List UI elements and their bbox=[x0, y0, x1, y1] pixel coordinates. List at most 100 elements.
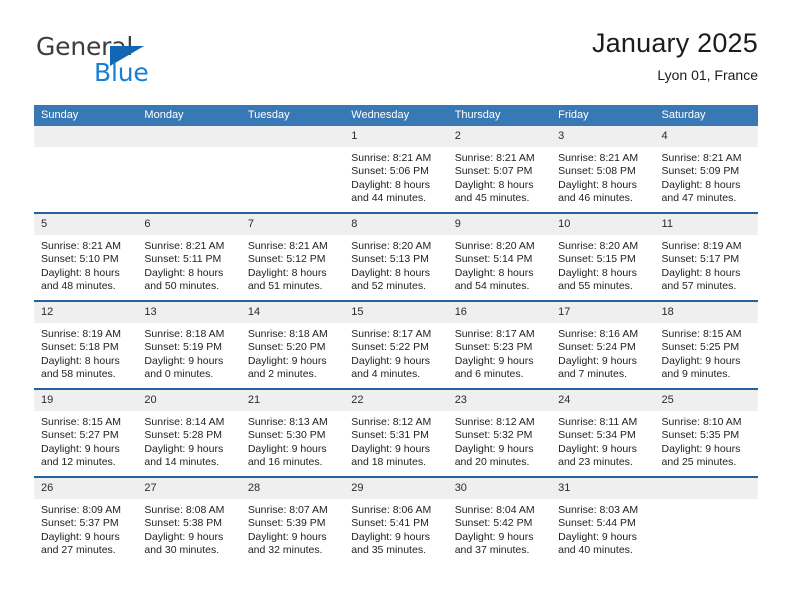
daylight-text-line1: Daylight: 9 hours bbox=[351, 354, 431, 367]
daylight-text-line1: Daylight: 8 hours bbox=[41, 266, 120, 279]
daylight-text-line1: Daylight: 8 hours bbox=[454, 178, 534, 191]
calendar-day-cell[interactable]: 24 Sunrise: 8:11 AM Sunset: 5:34 PM Dayligh… bbox=[551, 388, 655, 477]
sunrise-text: Sunrise: 8:21 AM bbox=[661, 152, 742, 164]
daylight-text-line2: and 45 minutes. bbox=[454, 192, 530, 205]
calendar-day-cell[interactable]: 27 Sunrise: 8:08 AM Sunset: 5:38 PM Dayligh… bbox=[137, 476, 241, 564]
day-sun-info: Sunrise: 8:03 AM Sunset: 5:44 PM Daylight:… bbox=[551, 499, 654, 558]
calendar-day-cell[interactable]: 28 Sunrise: 8:07 AM Sunset: 5:39 PM Dayligh… bbox=[240, 476, 345, 564]
sunrise-text: Sunrise: 8:18 AM bbox=[247, 328, 328, 340]
sunrise-text: Sunrise: 8:21 AM bbox=[558, 152, 639, 164]
sunrise-text: Sunrise: 8:17 AM bbox=[351, 328, 432, 340]
day-number: 11 bbox=[654, 214, 758, 235]
day-number bbox=[240, 126, 345, 147]
calendar-day-cell[interactable]: 11 Sunrise: 8:19 AM Sunset: 5:17 PM Dayligh… bbox=[654, 212, 758, 301]
calendar-day-cell[interactable]: 29 Sunrise: 8:06 AM Sunset: 5:41 PM Dayligh… bbox=[344, 476, 448, 564]
calendar-day-cell[interactable]: 20 Sunrise: 8:14 AM Sunset: 5:28 PM Dayligh… bbox=[137, 388, 241, 477]
day-number: 29 bbox=[344, 478, 448, 499]
calendar-day-cell[interactable]: 23 Sunrise: 8:12 AM Sunset: 5:32 PM Dayligh… bbox=[447, 388, 552, 477]
calendar-day-cell-empty bbox=[240, 126, 345, 213]
sunset-text: Sunset: 5:38 PM bbox=[144, 517, 223, 530]
calendar-day-cell[interactable]: 19 Sunrise: 8:15 AM Sunset: 5:27 PM Dayligh… bbox=[34, 388, 138, 477]
calendar-day-cell[interactable]: 7 Sunrise: 8:21 AM Sunset: 5:12 PM Daylight… bbox=[240, 212, 345, 301]
calendar-day-cell[interactable]: 10 Sunrise: 8:20 AM Sunset: 5:15 PM Dayligh… bbox=[551, 212, 655, 301]
sunset-text: Sunset: 5:34 PM bbox=[558, 429, 636, 442]
calendar-day-cell[interactable]: 30 Sunrise: 8:04 AM Sunset: 5:42 PM Dayligh… bbox=[447, 476, 552, 564]
calendar-day-cell[interactable]: 3 Sunrise: 8:21 AM Sunset: 5:08 PM Daylight… bbox=[551, 126, 655, 213]
day-sun-info: Sunrise: 8:18 AM Sunset: 5:20 PM Daylight:… bbox=[241, 323, 344, 382]
daylight-text-line2: and 46 minutes. bbox=[558, 192, 633, 205]
sunset-text: Sunset: 5:17 PM bbox=[661, 253, 740, 266]
calendar-day-cell[interactable]: 13 Sunrise: 8:18 AM Sunset: 5:19 PM Dayligh… bbox=[137, 300, 241, 389]
daylight-text-line2: and 9 minutes. bbox=[661, 368, 731, 381]
calendar-day-cell-empty bbox=[34, 126, 138, 213]
sunrise-text: Sunrise: 8:21 AM bbox=[351, 152, 432, 164]
sunset-text: Sunset: 5:37 PM bbox=[41, 517, 119, 530]
weekday-header-wednesday: Wednesday bbox=[344, 105, 448, 126]
day-number: 10 bbox=[551, 214, 655, 235]
daylight-text-line2: and 58 minutes. bbox=[41, 368, 116, 381]
calendar-day-cell[interactable]: 2 Sunrise: 8:21 AM Sunset: 5:07 PM Daylight… bbox=[447, 126, 552, 213]
calendar-day-cell[interactable]: 18 Sunrise: 8:15 AM Sunset: 5:25 PM Dayligh… bbox=[654, 300, 758, 389]
sunset-text: Sunset: 5:41 PM bbox=[351, 517, 429, 530]
daylight-text-line1: Daylight: 8 hours bbox=[454, 266, 534, 279]
day-number: 2 bbox=[447, 126, 552, 147]
day-sun-info: Sunrise: 8:04 AM Sunset: 5:42 PM Daylight:… bbox=[448, 499, 551, 558]
day-sun-info: Sunrise: 8:16 AM Sunset: 5:24 PM Daylight:… bbox=[551, 323, 654, 382]
calendar-day-cell[interactable]: 26 Sunrise: 8:09 AM Sunset: 5:37 PM Dayligh… bbox=[34, 476, 138, 564]
calendar-day-cell[interactable]: 25 Sunrise: 8:10 AM Sunset: 5:35 PM Dayligh… bbox=[654, 388, 758, 477]
calendar-day-cell[interactable]: 16 Sunrise: 8:17 AM Sunset: 5:23 PM Dayligh… bbox=[447, 300, 552, 389]
sunrise-text: Sunrise: 8:12 AM bbox=[454, 416, 535, 428]
calendar-table: Sunday Monday Tuesday Wednesday Thursday… bbox=[34, 105, 758, 564]
calendar-day-cell[interactable]: 4 Sunrise: 8:21 AM Sunset: 5:09 PM Daylight… bbox=[654, 126, 758, 213]
daylight-text-line2: and 27 minutes. bbox=[41, 544, 116, 557]
daylight-text-line1: Daylight: 8 hours bbox=[144, 266, 224, 279]
sunrise-text: Sunrise: 8:21 AM bbox=[247, 240, 328, 252]
day-sun-info: Sunrise: 8:21 AM Sunset: 5:06 PM Daylight:… bbox=[344, 147, 447, 206]
calendar-day-cell[interactable]: 6 Sunrise: 8:21 AM Sunset: 5:11 PM Daylight… bbox=[137, 212, 241, 301]
logo-text-blue: Blue bbox=[94, 58, 149, 87]
day-sun-info: Sunrise: 8:14 AM Sunset: 5:28 PM Daylight:… bbox=[137, 411, 240, 470]
day-sun-info: Sunrise: 8:19 AM Sunset: 5:17 PM Daylight:… bbox=[655, 235, 758, 294]
daylight-text-line2: and 16 minutes. bbox=[247, 456, 323, 469]
daylight-text-line2: and 4 minutes. bbox=[351, 368, 421, 381]
daylight-text-line2: and 55 minutes. bbox=[558, 280, 633, 293]
calendar-day-cell[interactable]: 15 Sunrise: 8:17 AM Sunset: 5:22 PM Dayligh… bbox=[344, 300, 448, 389]
daylight-text-line2: and 6 minutes. bbox=[454, 368, 524, 381]
calendar-day-cell[interactable]: 9 Sunrise: 8:20 AM Sunset: 5:14 PM Daylight… bbox=[447, 212, 552, 301]
day-sun-info: Sunrise: 8:11 AM Sunset: 5:34 PM Daylight:… bbox=[551, 411, 654, 470]
title-block: January 2025 Lyon 01, France bbox=[592, 26, 758, 85]
weekday-header-tuesday: Tuesday bbox=[240, 105, 345, 126]
daylight-text-line1: Daylight: 9 hours bbox=[661, 354, 741, 367]
day-sun-info: Sunrise: 8:21 AM Sunset: 5:08 PM Daylight:… bbox=[551, 147, 654, 206]
day-number: 12 bbox=[34, 302, 138, 323]
sunrise-text: Sunrise: 8:16 AM bbox=[558, 328, 639, 340]
sunset-text: Sunset: 5:30 PM bbox=[247, 429, 326, 442]
daylight-text-line1: Daylight: 9 hours bbox=[558, 530, 637, 543]
day-sun-info: Sunrise: 8:12 AM Sunset: 5:31 PM Daylight:… bbox=[344, 411, 447, 470]
sunset-text: Sunset: 5:09 PM bbox=[661, 165, 740, 178]
day-number: 17 bbox=[551, 302, 655, 323]
calendar-day-cell[interactable]: 12 Sunrise: 8:19 AM Sunset: 5:18 PM Dayligh… bbox=[34, 300, 138, 389]
day-sun-info: Sunrise: 8:19 AM Sunset: 5:18 PM Daylight:… bbox=[34, 323, 137, 382]
location-subtitle: Lyon 01, France bbox=[657, 67, 758, 83]
general-blue-logo[interactable]: General Blue bbox=[34, 32, 264, 90]
calendar-day-cell[interactable]: 31 Sunrise: 8:03 AM Sunset: 5:44 PM Dayligh… bbox=[551, 476, 655, 564]
calendar-day-cell[interactable]: 21 Sunrise: 8:13 AM Sunset: 5:30 PM Dayligh… bbox=[240, 388, 345, 477]
calendar-day-cell[interactable]: 14 Sunrise: 8:18 AM Sunset: 5:20 PM Dayligh… bbox=[240, 300, 345, 389]
day-sun-info: Sunrise: 8:06 AM Sunset: 5:41 PM Daylight:… bbox=[344, 499, 447, 558]
calendar-day-cell[interactable]: 22 Sunrise: 8:12 AM Sunset: 5:31 PM Dayligh… bbox=[344, 388, 448, 477]
day-number: 21 bbox=[240, 390, 345, 411]
sunset-text: Sunset: 5:35 PM bbox=[661, 429, 740, 442]
day-number: 9 bbox=[447, 214, 552, 235]
sunrise-text: Sunrise: 8:20 AM bbox=[558, 240, 639, 252]
daylight-text-line1: Daylight: 9 hours bbox=[247, 530, 327, 543]
calendar-day-cell-empty bbox=[137, 126, 241, 213]
calendar-day-cell[interactable]: 17 Sunrise: 8:16 AM Sunset: 5:24 PM Dayligh… bbox=[551, 300, 655, 389]
day-number: 6 bbox=[137, 214, 241, 235]
day-number: 14 bbox=[240, 302, 345, 323]
calendar-day-cell[interactable]: 5 Sunrise: 8:21 AM Sunset: 5:10 PM Daylight… bbox=[34, 212, 138, 301]
daylight-text-line1: Daylight: 8 hours bbox=[661, 266, 741, 279]
sunrise-text: Sunrise: 8:15 AM bbox=[661, 328, 742, 340]
calendar-day-cell[interactable]: 1 Sunrise: 8:21 AM Sunset: 5:06 PM Daylight… bbox=[344, 126, 448, 213]
calendar-day-cell[interactable]: 8 Sunrise: 8:20 AM Sunset: 5:13 PM Daylight… bbox=[344, 212, 448, 301]
